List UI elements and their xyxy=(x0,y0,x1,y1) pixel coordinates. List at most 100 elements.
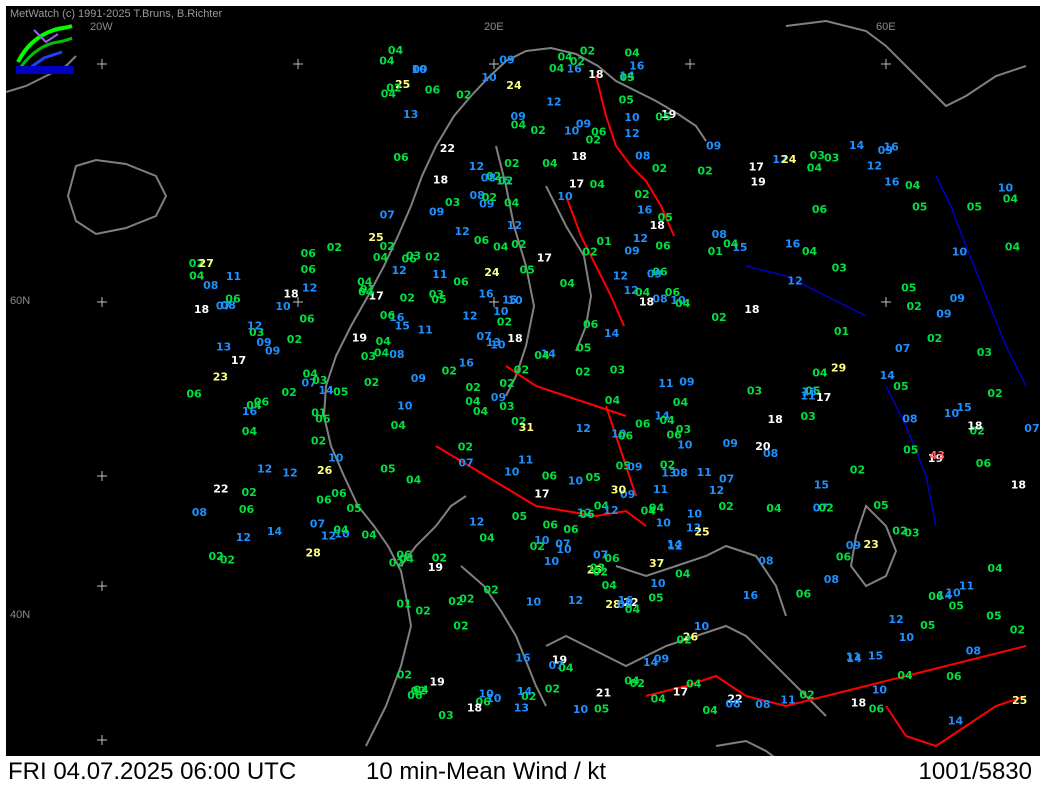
station-wind-value: 05 xyxy=(903,443,918,456)
station-wind-value: 17 xyxy=(816,391,831,404)
station-wind-value: 37 xyxy=(649,557,664,570)
station-wind-value: 10 xyxy=(556,543,572,556)
station-wind-value: 12 xyxy=(236,531,251,544)
station-wind-value: 06 xyxy=(604,552,620,565)
station-wind-value: 04 xyxy=(246,399,262,412)
station-wind-value: 11 xyxy=(658,377,673,390)
station-wind-value: 11 xyxy=(653,483,668,496)
station-wind-value: 06 xyxy=(331,487,347,500)
station-wind-value: 05 xyxy=(520,264,535,277)
station-wind-value: 09 xyxy=(654,653,669,666)
station-wind-value: 25 xyxy=(694,525,709,538)
station-wind-value: 11 xyxy=(959,580,974,593)
station-wind-value: 16 xyxy=(567,63,583,76)
station-wind-value: 18 xyxy=(283,288,298,301)
station-wind-value: 10 xyxy=(952,246,968,259)
station-wind-value: 06 xyxy=(425,83,441,96)
station-wind-value: 04 xyxy=(558,51,574,64)
station-wind-value: 14 xyxy=(847,652,863,665)
station-wind-value: 10 xyxy=(564,125,580,138)
station-wind-value: 06 xyxy=(563,523,579,536)
station-wind-value: 10 xyxy=(568,474,584,487)
station-wind-value: 02 xyxy=(282,386,297,399)
station-wind-value: 02 xyxy=(482,191,497,204)
station-wind-value: 12 xyxy=(667,540,682,553)
station-wind-value: 02 xyxy=(582,245,597,258)
station-wind-value: 18 xyxy=(650,219,665,232)
station-wind-value: 07 xyxy=(895,342,910,355)
station-wind-value: 02 xyxy=(927,332,942,345)
station-wind-value: 20 xyxy=(755,440,771,453)
station-wind-value: 16 xyxy=(515,652,531,665)
station-wind-value: 17 xyxy=(537,251,552,264)
map-frame: 20W 20E 60E 60N 40N 02 03 05 02 07 03 05 09 07 05… xyxy=(0,0,1044,788)
station-wind-value: 02 xyxy=(634,188,649,201)
station-wind-value: 02 xyxy=(327,241,342,254)
station-wind-value: 02 xyxy=(400,291,415,304)
station-wind-value: 09 xyxy=(706,139,721,152)
station-wind-value: 18 xyxy=(433,173,448,186)
station-wind-value: 04 xyxy=(660,414,676,427)
station-wind-value: 02 xyxy=(242,486,257,499)
station-wind-value: 02 xyxy=(892,524,907,537)
station-wind-value: 21 xyxy=(596,687,611,700)
station-wind-value: 06 xyxy=(928,590,944,603)
station-wind-value: 06 xyxy=(667,428,683,441)
station-wind-value: 14 xyxy=(318,384,334,397)
plus-icon xyxy=(97,735,107,745)
station-wind-value: 04 xyxy=(723,237,739,250)
station-wind-value: 06 xyxy=(869,703,885,716)
station-wind-value: 12 xyxy=(709,484,724,497)
station-wind-value: 14 xyxy=(948,714,964,727)
station-wind-value: 10 xyxy=(507,294,523,307)
station-wind-value: 12 xyxy=(568,594,583,607)
station-wind-value: 04 xyxy=(493,240,509,253)
copyright-text: MetWatch (c) 1991-2025 T.Bruns, B.Richte… xyxy=(10,8,223,20)
station-wind-value: 11 xyxy=(697,466,712,479)
station-wind-value: 10 xyxy=(899,631,915,644)
station-wind-value: 04 xyxy=(189,270,205,283)
station-wind-value: 06 xyxy=(393,151,409,164)
station-wind-value: 02 xyxy=(575,365,590,378)
station-wind-value: 12 xyxy=(469,160,484,173)
station-wind-value: 22 xyxy=(213,482,228,495)
station-wind-value: 08 xyxy=(758,554,773,567)
station-wind-value: 04 xyxy=(807,161,823,174)
station-wind-value: 11 xyxy=(800,390,815,403)
station-wind-value: 10 xyxy=(872,684,888,697)
station-wind-value: 16 xyxy=(618,594,634,607)
station-wind-value: 07 xyxy=(458,457,473,470)
station-wind-value: 07 xyxy=(310,517,325,530)
station-wind-value: 17 xyxy=(749,161,764,174)
station-wind-value: 02 xyxy=(652,162,667,175)
station-wind-value: 10 xyxy=(534,534,550,547)
station-wind-value: 06 xyxy=(301,263,317,276)
station-wind-value: 03 xyxy=(747,384,762,397)
station-wind-value: 05 xyxy=(380,462,395,475)
station-wind-value: 06 xyxy=(655,239,671,252)
station-wind-value: 01 xyxy=(834,325,849,338)
station-wind-value: 04 xyxy=(703,704,719,717)
station-wind-value: 16 xyxy=(459,357,475,370)
station-wind-value: 02 xyxy=(442,364,457,377)
station-wind-value: 16 xyxy=(478,287,494,300)
station-wind-value: 10 xyxy=(397,400,413,413)
station-wind-value: 02 xyxy=(593,566,608,579)
plus-icon xyxy=(293,59,303,69)
station-wind-value: 08 xyxy=(203,279,218,292)
station-wind-value: 30 xyxy=(611,484,627,497)
station-wind-value: 08 xyxy=(755,698,770,711)
station-wind-value: 18 xyxy=(194,303,209,316)
status-bar: FRI 04.07.2025 06:00 UTC 10 min-Mean Win… xyxy=(6,756,1040,788)
station-wind-value: 02 xyxy=(545,682,560,695)
station-wind-value: 01 xyxy=(311,407,326,420)
station-wind-value: 03 xyxy=(801,410,816,423)
station-wind-value: 06 xyxy=(380,309,396,322)
station-wind-value: 04 xyxy=(391,419,407,432)
station-wind-value: 02 xyxy=(499,377,514,390)
station-wind-value: 05 xyxy=(648,591,663,604)
station-wind-value: 04 xyxy=(675,567,691,580)
station-wind-value: 23 xyxy=(213,371,228,384)
station-wind-value: 05 xyxy=(920,619,935,632)
station-wind-value: 06 xyxy=(836,550,852,563)
